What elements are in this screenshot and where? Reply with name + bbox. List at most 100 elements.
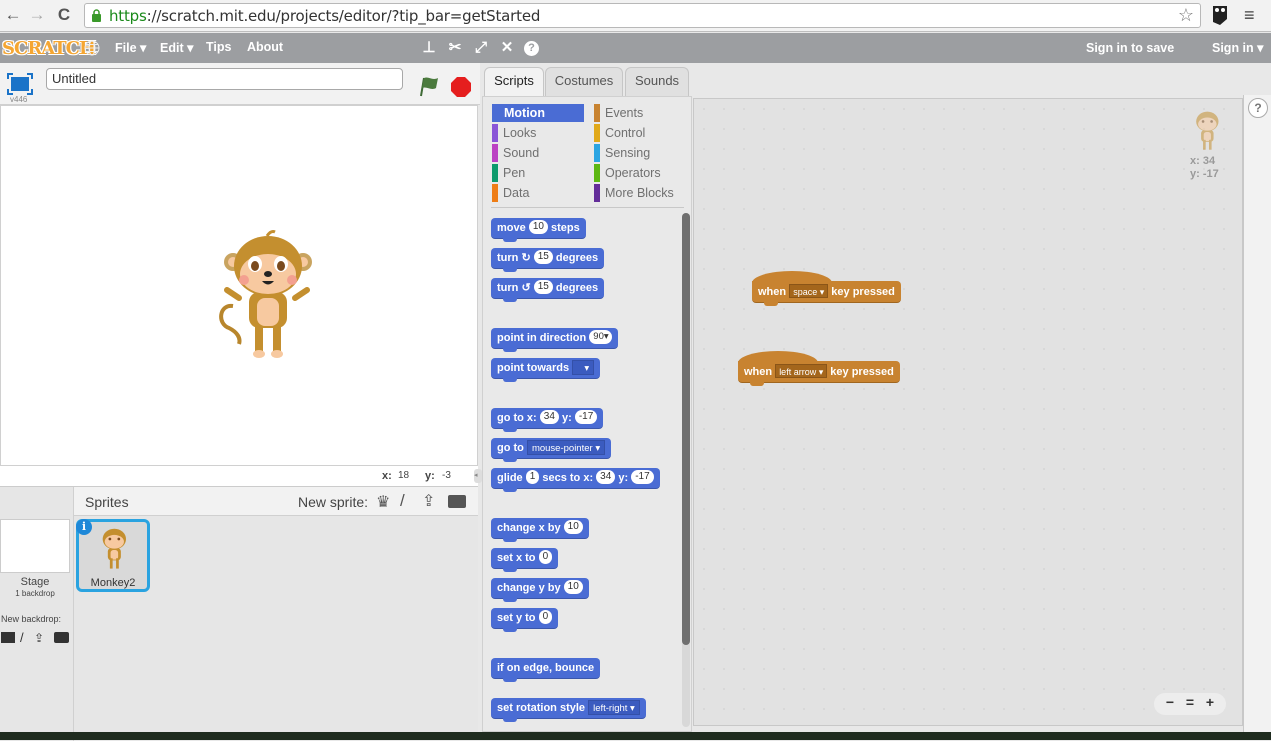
zoom-reset-icon: = — [1185, 694, 1195, 710]
script-area[interactable]: when space ▾ key pressed when left arrow… — [693, 98, 1243, 726]
stage-label: Stage — [20, 576, 50, 588]
script-when-left-arrow-key-pressed[interactable]: when left arrow ▾ key pressed — [738, 351, 900, 386]
category-events[interactable]: Events — [594, 104, 686, 122]
shrink-icon[interactable]: ✕ — [498, 39, 516, 57]
sprite-thumbnail-monkey2[interactable]: i Monkey2 — [76, 519, 150, 592]
desktop-background — [0, 732, 1271, 740]
paint-backdrop-icon[interactable]: / — [20, 630, 24, 645]
zoom-in-button[interactable]: + — [1200, 694, 1220, 710]
category-looks[interactable]: Looks — [492, 124, 584, 142]
category-control[interactable]: Control — [594, 124, 686, 142]
forward-icon[interactable]: → — [26, 5, 48, 25]
file-menu[interactable]: File ▾ — [115, 40, 146, 55]
category-motion[interactable]: Motion — [492, 104, 584, 122]
browser-menu-icon[interactable]: ≡ — [1244, 5, 1255, 26]
mouse-x-value: 18 — [398, 470, 410, 481]
stage-thumbnail[interactable] — [0, 519, 70, 573]
mouse-x-label: x: — [382, 470, 392, 482]
browser-toolbar: ← → C https://scratch.mit.edu/projects/e… — [0, 0, 1271, 32]
palette-scrollbar[interactable] — [682, 213, 690, 727]
sign-in-menu[interactable]: Sign in ▾ — [1212, 40, 1263, 55]
zoom-reset-button[interactable]: = — [1180, 694, 1200, 710]
tips-menu[interactable]: Tips — [206, 40, 231, 54]
new-backdrop-label: New backdrop: — [1, 614, 62, 624]
sprites-title: Sprites — [85, 494, 129, 510]
mouse-coordinates: x: 18 y: -3 — [0, 466, 478, 486]
category-sensing[interactable]: Sensing — [594, 144, 686, 162]
help-button[interactable]: ? — [1248, 98, 1268, 118]
stage-column: Stage 1 backdrop New backdrop: / ⇪ — [0, 487, 74, 741]
category-operators[interactable]: Operators — [594, 164, 686, 182]
monkey-sprite[interactable] — [219, 228, 315, 362]
block-set-rotation-style[interactable]: set rotation style left-right ▾ — [491, 698, 646, 722]
tab-sounds[interactable]: Sounds — [625, 67, 689, 96]
block-set-x[interactable]: set x to 0 — [491, 548, 559, 572]
url-text: https://scratch.mit.edu/projects/editor/… — [109, 7, 541, 25]
extension-owl-icon[interactable] — [1212, 5, 1228, 25]
category-data[interactable]: Data — [492, 184, 584, 202]
block-go-to-xy[interactable]: go to x: 34 y: -17 — [491, 408, 604, 432]
script-when-space-key-pressed[interactable]: when space ▾ key pressed — [752, 271, 901, 306]
back-icon[interactable]: ← — [2, 5, 24, 25]
palette-scrollbar-thumb[interactable] — [682, 213, 690, 645]
fullscreen-icon[interactable] — [7, 73, 33, 95]
monkey-thumbnail-icon — [102, 528, 127, 569]
collapse-stage-handle[interactable]: ◂ — [474, 469, 482, 483]
zoom-out-icon: − — [1165, 694, 1175, 710]
camera-backdrop-icon[interactable] — [54, 632, 69, 643]
sprites-pane: Stage 1 backdrop New backdrop: / ⇪ Sprit… — [0, 486, 478, 741]
sprite-library-icon[interactable]: ♛ — [376, 492, 390, 512]
edit-menu[interactable]: Edit ▾ — [160, 40, 193, 55]
mouse-y-value: -3 — [442, 470, 451, 481]
address-bar[interactable]: https://scratch.mit.edu/projects/editor/… — [84, 3, 1201, 28]
about-menu[interactable]: About — [247, 40, 283, 54]
block-point-in-direction[interactable]: point in direction 90▾ — [491, 328, 618, 352]
upload-backdrop-icon[interactable]: ⇪ — [34, 631, 44, 645]
duplicate-stamp-icon[interactable]: ⊥ — [420, 39, 438, 57]
category-pen[interactable]: Pen — [492, 164, 584, 182]
sprite-info-icon[interactable]: i — [76, 519, 92, 535]
paint-sprite-icon[interactable]: / — [400, 491, 405, 511]
new-sprite-label: New sprite: — [298, 494, 369, 510]
help-sidebar — [1243, 95, 1271, 735]
block-glide[interactable]: glide 1 secs to x: 34 y: -17 — [491, 468, 660, 492]
stage-canvas[interactable] — [0, 105, 478, 466]
category-more-blocks[interactable]: More Blocks — [594, 184, 686, 202]
rotate-clockwise-icon: ↻ — [521, 252, 531, 264]
tab-costumes[interactable]: Costumes — [545, 67, 623, 96]
grow-icon[interactable]: ⤢ — [472, 39, 490, 57]
block-set-y[interactable]: set y to 0 — [491, 608, 559, 632]
block-change-y[interactable]: change y by 10 — [491, 578, 589, 602]
language-globe-icon[interactable] — [84, 40, 100, 56]
scratch-menubar: SCRATCH File ▾ Edit ▾ Tips About ⊥ ✂ ⤢ ✕… — [0, 33, 1271, 63]
block-point-towards[interactable]: point towards ▾ — [491, 358, 601, 382]
block-if-on-edge-bounce[interactable]: if on edge, bounce — [491, 658, 601, 682]
camera-sprite-icon[interactable] — [448, 495, 466, 508]
block-turn-left[interactable]: turn ↺ 15 degrees — [491, 278, 605, 302]
sprites-header: Sprites New sprite: ♛ / ⇪ — [74, 487, 478, 516]
backdrop-library-icon[interactable] — [1, 632, 15, 643]
stage-header: v446 Untitled — [0, 63, 480, 105]
project-title-input[interactable]: Untitled — [46, 68, 403, 90]
block-go-to[interactable]: go to mouse-pointer ▾ — [491, 438, 612, 462]
zoom-out-button[interactable]: − — [1160, 694, 1180, 710]
lock-icon — [92, 9, 101, 22]
block-move-steps[interactable]: move 10 steps — [491, 218, 586, 242]
stop-sign-icon[interactable] — [450, 76, 472, 98]
help-icon[interactable]: ? — [524, 41, 539, 56]
cut-scissors-icon[interactable]: ✂ — [446, 39, 464, 57]
current-sprite-preview — [1196, 111, 1219, 150]
sign-in-to-save-link[interactable]: Sign in to save — [1086, 41, 1174, 55]
tab-scripts[interactable]: Scripts — [484, 67, 544, 97]
green-flag-icon[interactable] — [418, 75, 440, 97]
scratch-logo[interactable]: SCRATCH — [2, 38, 96, 59]
block-change-x[interactable]: change x by 10 — [491, 518, 589, 542]
category-sound[interactable]: Sound — [492, 144, 584, 162]
mouse-y-label: y: — [425, 470, 435, 482]
zoom-in-icon: + — [1205, 694, 1215, 710]
reload-icon[interactable]: C — [53, 5, 75, 25]
sprite-x-readout: x: 34 — [1190, 155, 1216, 167]
bookmark-star-icon[interactable]: ☆ — [1178, 5, 1194, 26]
upload-sprite-icon[interactable]: ⇪ — [422, 491, 435, 511]
block-turn-right[interactable]: turn ↻ 15 degrees — [491, 248, 605, 272]
